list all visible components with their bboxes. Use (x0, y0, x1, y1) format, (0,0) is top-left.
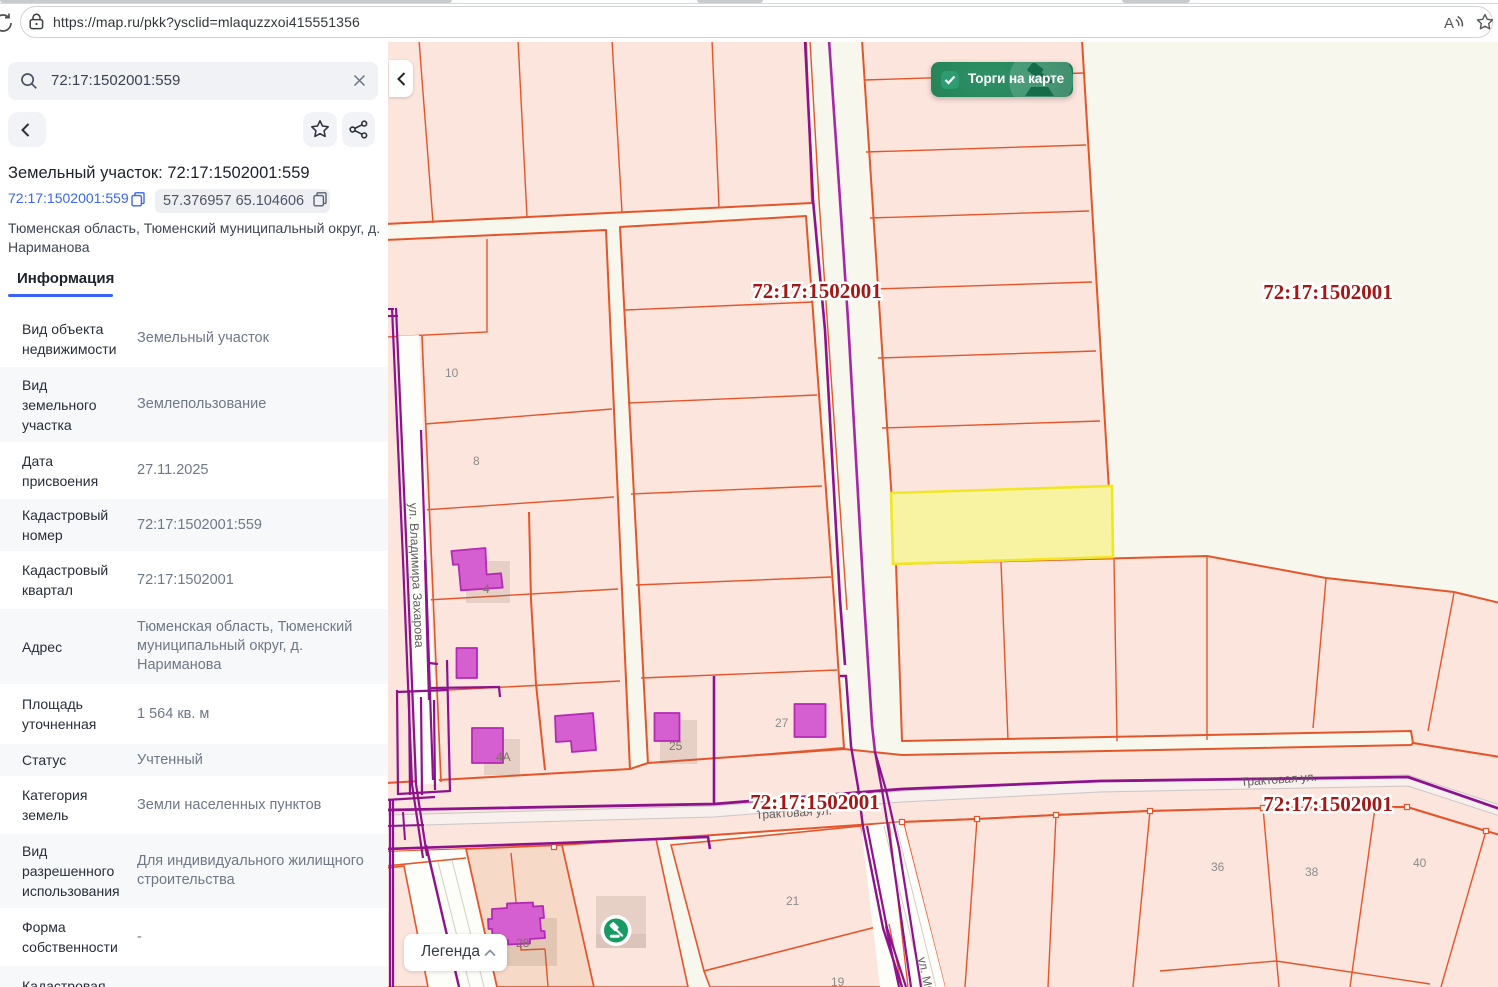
svg-text:72:17:1502001: 72:17:1502001 (750, 790, 880, 814)
svg-text:72:17:1502001: 72:17:1502001 (1263, 792, 1393, 816)
svg-text:4А: 4А (496, 750, 511, 764)
svg-text:21: 21 (786, 894, 800, 908)
svg-text:72:17:1502001: 72:17:1502001 (752, 279, 882, 303)
svg-text:28: 28 (516, 936, 530, 950)
svg-text:25: 25 (669, 739, 683, 753)
svg-text:40: 40 (1413, 856, 1427, 870)
svg-text:A: A (1444, 15, 1454, 32)
svg-text:19: 19 (831, 975, 845, 987)
svg-text:36: 36 (1211, 860, 1225, 874)
svg-text:38: 38 (1305, 865, 1319, 879)
svg-text:27: 27 (775, 716, 789, 730)
svg-text:10: 10 (445, 366, 459, 380)
svg-text:4: 4 (483, 582, 490, 596)
svg-text:72:17:1502001: 72:17:1502001 (1263, 280, 1393, 304)
svg-text:8: 8 (473, 454, 480, 468)
